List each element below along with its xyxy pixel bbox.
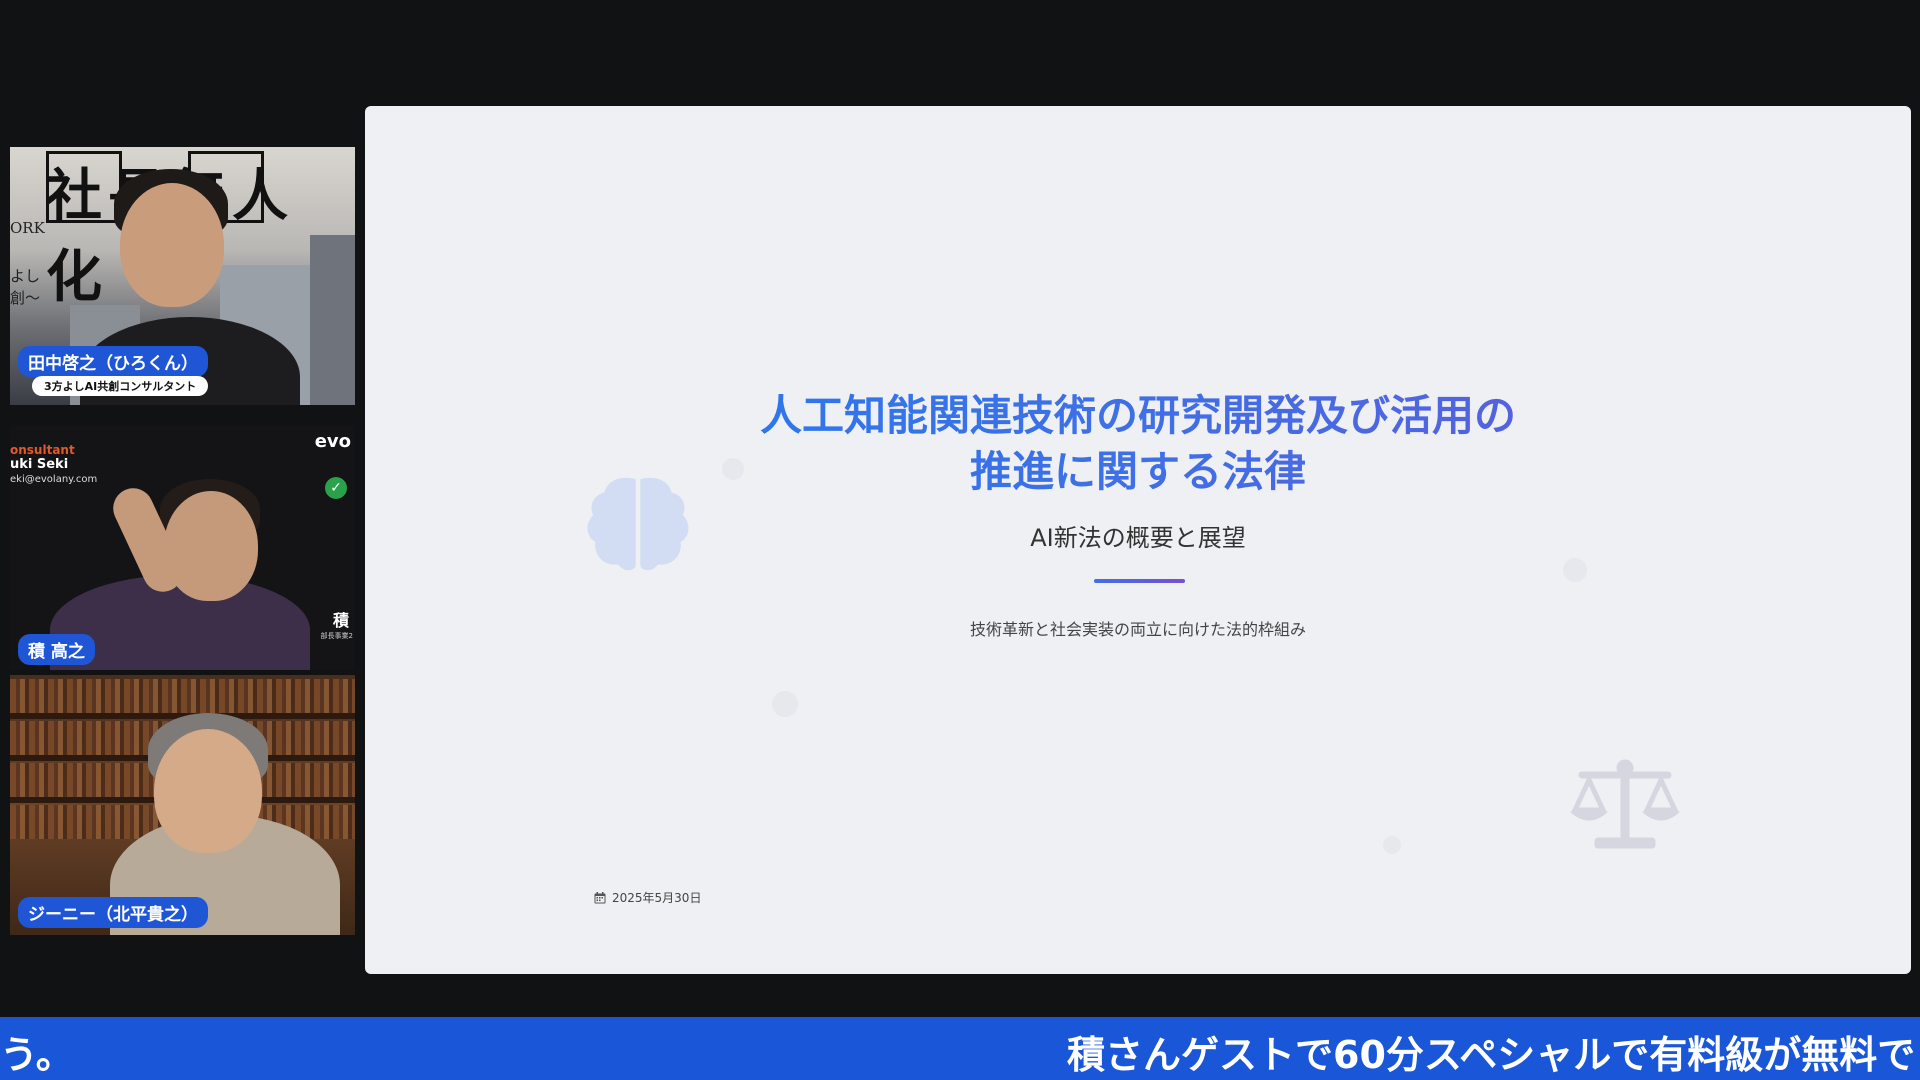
- presentation-slide: 人工知能関連技術の研究開発及び活用の 推進に関する法律 AI新法の概要と展望 技…: [365, 106, 1911, 974]
- background-small-text: 創〜: [10, 289, 41, 307]
- ticker-previous-fragment: う。: [0, 1033, 74, 1077]
- background-role-text: onsultant: [10, 443, 75, 457]
- check-badge-icon: ✓: [325, 477, 347, 499]
- calendar-icon: [594, 891, 606, 903]
- slide-date: 2025年5月30日: [612, 891, 702, 905]
- decorative-dot: [772, 691, 798, 717]
- participant-subtitle-tag: 3方よしAI共創コンサルタント: [32, 376, 209, 396]
- slide-divider: [1094, 579, 1185, 583]
- ticker-text: 積さんゲストで60分スペシャルで有料級が無料で: [1067, 1033, 1916, 1077]
- background-kanji-subtext: 部長事業2: [320, 632, 353, 640]
- background-bookshelf: [10, 679, 355, 713]
- slide-date-row: 2025年5月30日: [594, 889, 701, 906]
- background-email-text: eki@evolany.com: [10, 474, 98, 485]
- decorative-dot: [1563, 558, 1587, 582]
- slide-subtitle: AI新法の概要と展望: [1030, 524, 1246, 552]
- slide-description: 技術革新と社会実装の両立に向けた法的枠組み: [969, 620, 1306, 639]
- participant-tile-2[interactable]: onsultant uki Seki eki@evolany.com evo ✓…: [10, 425, 355, 670]
- background-small-text: ORK: [10, 219, 45, 237]
- slide-title-line-2: 推進に関する法律: [969, 447, 1306, 496]
- background-kanji-text: 積: [332, 611, 349, 630]
- participant-name-tag: 田中啓之（ひろくん）: [18, 346, 208, 377]
- participant-tile-1[interactable]: 社長無人化 ORK よし 創〜 田中啓之（ひろくん） 3方よしAI共創コンサルタ…: [10, 147, 355, 405]
- scale-icon: [1569, 759, 1681, 849]
- background-name-text: uki Seki: [10, 457, 69, 472]
- background-small-text: よし: [10, 267, 41, 285]
- news-ticker: う。 積さんゲストで60分スペシャルで有料級が無料で: [0, 1017, 1920, 1080]
- background-building: [310, 235, 355, 405]
- slide-title-line-1: 人工知能関連技術の研究開発及び活用の: [759, 391, 1516, 440]
- company-logo: evo: [314, 431, 351, 452]
- participant-tile-3[interactable]: ジーニー（北平貴之）: [10, 675, 355, 935]
- slide-title: 人工知能関連技術の研究開発及び活用の 推進に関する法律: [365, 388, 1911, 500]
- participant-name-tag: ジーニー（北平貴之）: [18, 897, 208, 928]
- decorative-dot: [1383, 836, 1401, 854]
- participant-name-tag: 積 高之: [18, 634, 95, 665]
